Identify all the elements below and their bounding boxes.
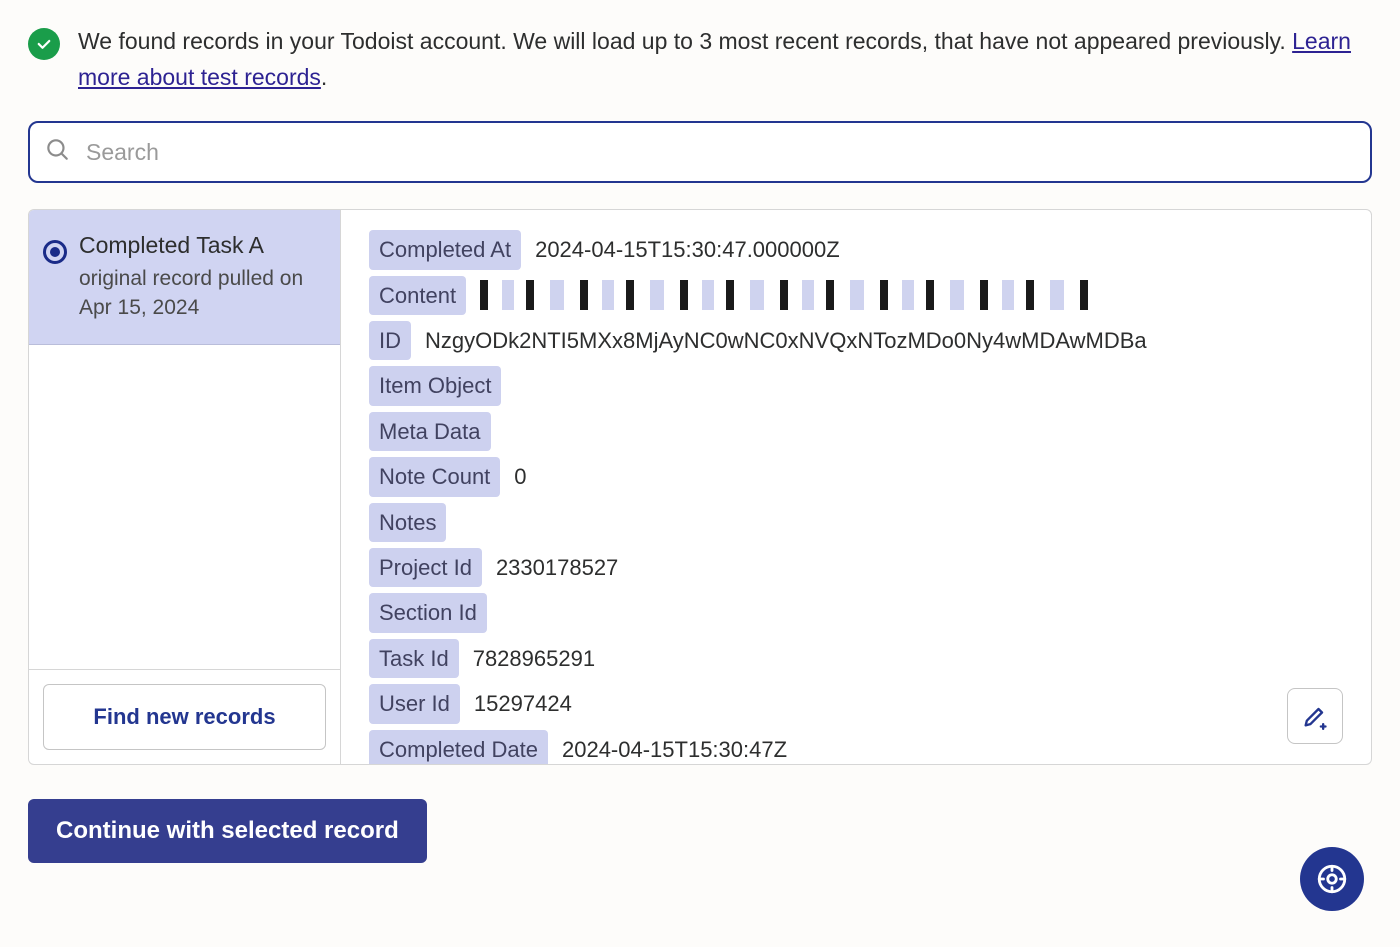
records-list: Completed Task A original record pulled … [29,210,341,764]
continue-button[interactable]: Continue with selected record [28,799,427,863]
field-row: Note Count 0 [369,457,1343,496]
field-label: Task Id [369,639,459,678]
field-row: Project Id 2330178527 [369,548,1343,587]
field-label: User Id [369,684,460,723]
redacted-content [480,280,1090,310]
field-label: Note Count [369,457,500,496]
field-row: User Id 15297424 [369,684,1343,723]
field-label: Completed At [369,230,521,269]
field-row: Notes [369,503,1343,542]
field-row: Meta Data [369,412,1343,451]
field-row: Completed At 2024-04-15T15:30:47.000000Z [369,230,1343,269]
search-box[interactable] [28,121,1372,183]
field-label: Item Object [369,366,501,405]
search-icon [44,136,84,168]
field-value: 15297424 [474,685,572,722]
field-label: Notes [369,503,446,542]
record-item[interactable]: Completed Task A original record pulled … [29,210,340,345]
field-label: Content [369,276,466,315]
search-input[interactable] [84,138,1356,167]
field-label: ID [369,321,411,360]
field-value: 7828965291 [473,640,595,677]
field-value: 2024-04-15T15:30:47Z [562,731,787,765]
field-row: Content [369,276,1343,315]
field-value: 2330178527 [496,549,618,586]
field-row: Section Id [369,593,1343,632]
field-value: 0 [514,458,526,495]
info-banner: We found records in your Todoist account… [28,24,1372,95]
success-check-icon [28,28,60,60]
field-row: Completed Date 2024-04-15T15:30:47Z [369,730,1343,765]
find-new-records-button[interactable]: Find new records [43,684,326,750]
banner-text-after: . [321,64,327,90]
field-row: ID NzgyODk2NTI5MXx8MjAyNC0wNC0xNVQxNTozMD… [369,321,1343,360]
records-panel: Completed Task A original record pulled … [28,209,1372,765]
record-title: Completed Task A [79,232,322,259]
field-label: Meta Data [369,412,491,451]
edit-button[interactable] [1287,688,1343,744]
help-fab-button[interactable] [1300,847,1364,911]
field-row: Task Id 7828965291 [369,639,1343,678]
field-label: Section Id [369,593,487,632]
field-label: Completed Date [369,730,548,765]
banner-text: We found records in your Todoist account… [78,28,1292,54]
field-label: Project Id [369,548,482,587]
record-details: Completed At2024-04-15T15:30:47.000000ZC… [341,210,1371,764]
record-subtitle: original record pulled on Apr 15, 2024 [79,265,322,322]
field-row: Item Object [369,366,1343,405]
field-value: NzgyODk2NTI5MXx8MjAyNC0wNC0xNVQxNTozMDo0… [425,322,1147,359]
field-value: 2024-04-15T15:30:47.000000Z [535,231,840,268]
radio-selected-icon [43,240,67,264]
